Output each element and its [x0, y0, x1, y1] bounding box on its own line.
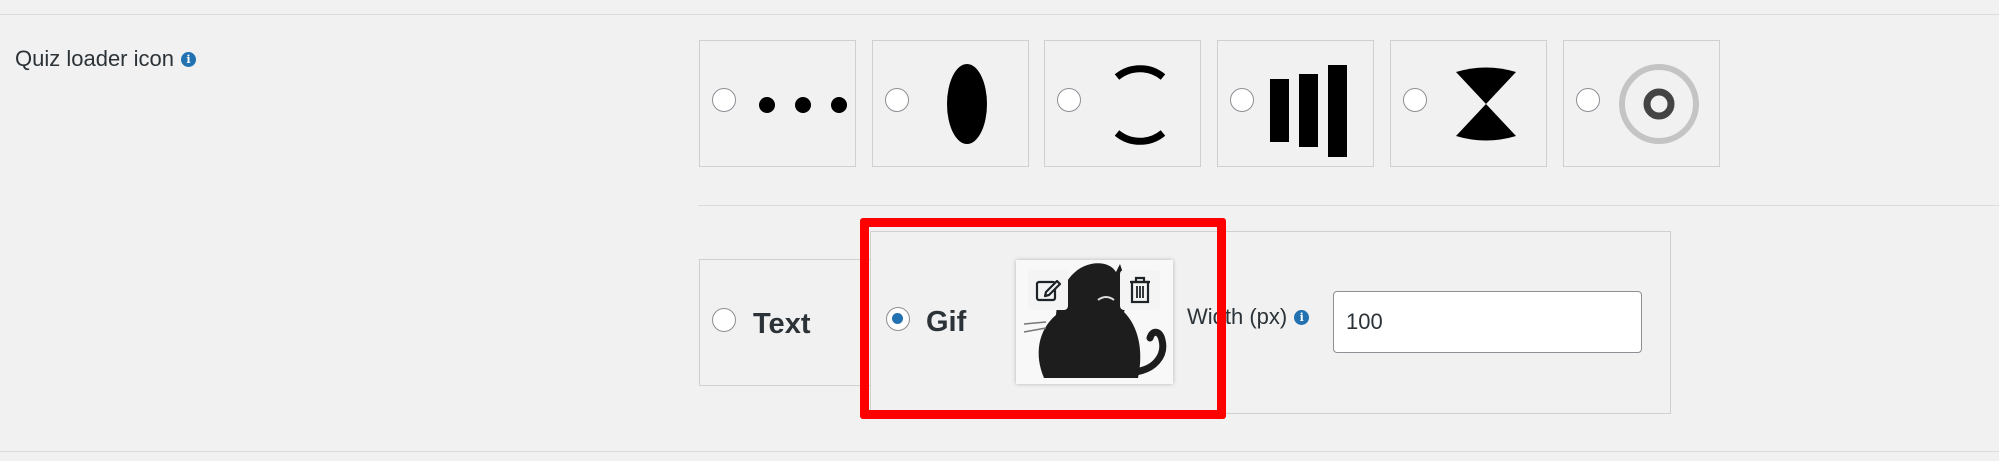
bars-icon — [1270, 65, 1347, 157]
text-option-label: Text — [753, 308, 811, 340]
arc-spinner-icon — [1114, 65, 1166, 145]
hourglass-icon — [1456, 67, 1516, 141]
info-icon[interactable]: i — [180, 51, 196, 67]
loader-radio-bars[interactable] — [1230, 88, 1254, 112]
loader-option-ellipse[interactable] — [872, 40, 1029, 167]
ring-icon — [1619, 64, 1699, 144]
loader-radio-dots[interactable] — [712, 88, 736, 112]
section-divider — [698, 205, 1999, 206]
setting-label-text: Quiz loader icon — [15, 46, 174, 71]
highlight-annotation — [860, 218, 1226, 419]
width-info-icon[interactable]: i — [1294, 309, 1310, 325]
dots-icon — [759, 97, 847, 113]
loader-option-arc[interactable] — [1044, 40, 1201, 167]
width-input[interactable] — [1333, 291, 1642, 353]
text-option-radio[interactable] — [712, 308, 736, 332]
loader-option-hourglass[interactable] — [1390, 40, 1547, 167]
setting-label: Quiz loader icon i — [15, 46, 196, 72]
loader-option-bars[interactable] — [1217, 40, 1374, 167]
loader-option-ring[interactable] — [1563, 40, 1720, 167]
ellipse-icon — [947, 64, 987, 144]
bottom-divider — [0, 451, 1999, 452]
loader-radio-arc[interactable] — [1057, 88, 1081, 112]
loader-radio-hourglass[interactable] — [1403, 88, 1427, 112]
loader-option-dots[interactable] — [699, 40, 856, 167]
top-divider — [0, 14, 1999, 15]
loader-radio-ring[interactable] — [1576, 88, 1600, 112]
text-option-box[interactable]: Text — [699, 259, 871, 386]
loader-radio-ellipse[interactable] — [885, 88, 909, 112]
